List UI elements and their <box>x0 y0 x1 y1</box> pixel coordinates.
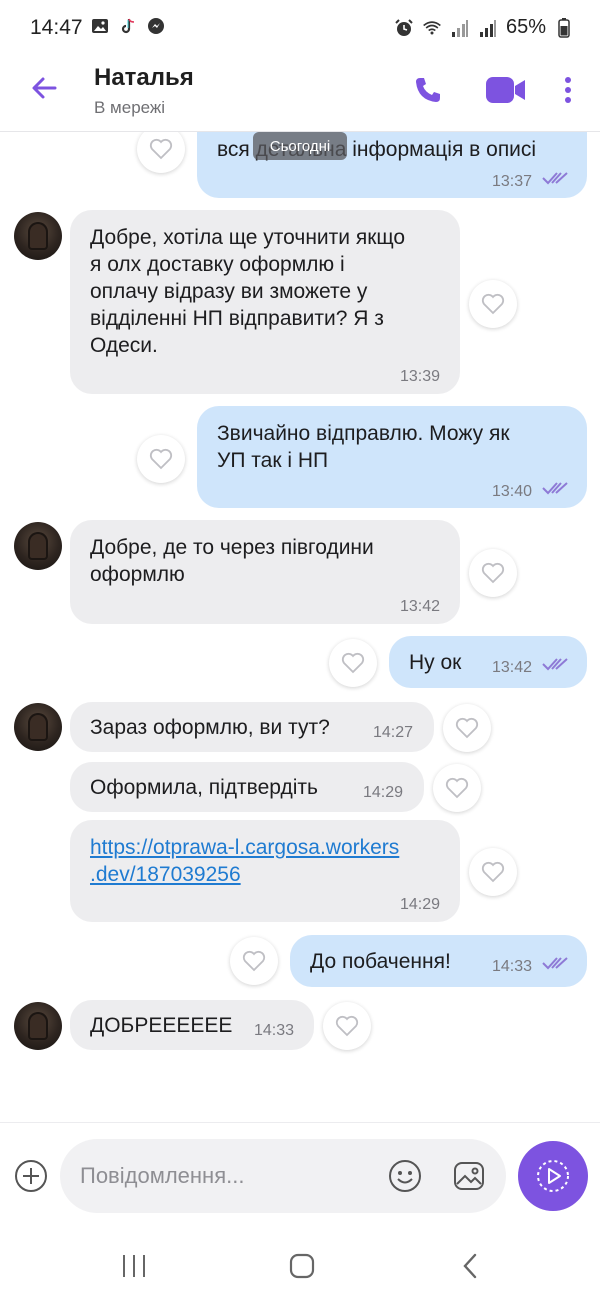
more-vertical-icon <box>565 77 571 103</box>
gallery-icon <box>90 16 110 36</box>
like-button[interactable] <box>329 639 377 687</box>
message-text: До побачення! <box>310 950 451 973</box>
message-bubble-outgoing[interactable]: Звичайно відправлю. Можу як УП так і НП … <box>197 406 587 508</box>
date-separator: Сьогодні <box>253 132 347 160</box>
call-button[interactable] <box>410 72 446 108</box>
like-button[interactable] <box>323 1002 371 1050</box>
battery-icon <box>554 17 574 38</box>
recent-apps-button[interactable] <box>114 1246 154 1286</box>
message-time: 13:42 <box>400 598 441 615</box>
message-time: 14:33 <box>254 1022 295 1039</box>
message-bubble-incoming[interactable]: https://otprawa-l.cargosa.workers .dev/1… <box>70 820 460 922</box>
signal-icon <box>450 18 470 38</box>
read-check-icon <box>542 482 568 495</box>
home-button[interactable] <box>282 1246 322 1286</box>
plus-icon <box>15 1160 47 1192</box>
avatar[interactable] <box>14 212 62 260</box>
message-bubble-incoming[interactable]: Добре, хотіла ще уточнити якщо я олх дос… <box>70 210 460 394</box>
gallery-icon <box>454 1162 484 1190</box>
message-time: 13:42 <box>492 659 533 676</box>
message-text: ДОБРЕЕЕЕЕЕ <box>90 1014 233 1037</box>
recent-apps-icon <box>123 1255 145 1277</box>
message-list[interactable]: вся детальна інформація в описі 13:37 Сь… <box>0 132 600 1122</box>
video-call-button[interactable] <box>482 72 530 108</box>
home-icon <box>289 1253 315 1279</box>
like-button[interactable] <box>469 280 517 328</box>
message-time: 14:33 <box>492 958 533 975</box>
like-button[interactable] <box>469 549 517 597</box>
message-text: Зараз оформлю, ви тут? <box>90 716 330 739</box>
message-input[interactable]: Повідомлення... <box>60 1139 506 1213</box>
message-composer: Повідомлення... <box>0 1122 600 1232</box>
system-navigation-bar <box>0 1232 600 1299</box>
like-button[interactable] <box>469 848 517 896</box>
more-options-button[interactable] <box>556 72 580 108</box>
message-text: Оформила, підтвердіть <box>90 776 318 799</box>
send-icon <box>537 1160 569 1192</box>
read-check-icon <box>542 957 568 970</box>
contact-status: В мережі <box>94 98 166 117</box>
message-time: 14:29 <box>363 784 404 801</box>
message-bubble-incoming[interactable]: ДОБРЕЕЕЕЕЕ 14:33 <box>70 1000 314 1050</box>
avatar[interactable] <box>14 522 62 570</box>
message-text: Звичайно відправлю. Можу як УП так і НП <box>217 422 510 472</box>
tiktok-icon <box>118 16 138 36</box>
heart-icon <box>335 1015 359 1037</box>
heart-icon <box>149 138 173 160</box>
heart-icon <box>481 861 505 883</box>
system-back-button[interactable] <box>450 1246 490 1286</box>
gallery-button[interactable] <box>450 1157 488 1195</box>
message-text: Ну ок <box>409 651 462 674</box>
battery-percent: 65% <box>505 16 546 38</box>
emoji-button[interactable] <box>386 1157 424 1195</box>
heart-icon <box>455 717 479 739</box>
message-link[interactable]: https://otprawa-l.cargosa.workers .dev/1… <box>90 834 399 888</box>
wifi-icon <box>422 18 442 38</box>
message-time: 13:40 <box>492 483 533 500</box>
heart-icon <box>341 652 365 674</box>
heart-icon <box>445 777 469 799</box>
read-check-icon <box>542 658 568 671</box>
send-button[interactable] <box>518 1141 588 1211</box>
like-button[interactable] <box>443 704 491 752</box>
messenger-icon <box>146 16 166 36</box>
like-button[interactable] <box>137 132 185 173</box>
message-text: Добре, хотіла ще уточнити якщо я олх дос… <box>90 226 406 357</box>
back-button[interactable] <box>28 72 60 104</box>
chat-header: Наталья В мережі <box>0 56 600 132</box>
signal-icon <box>478 18 498 38</box>
like-button[interactable] <box>137 435 185 483</box>
message-bubble-outgoing[interactable]: До побачення! 14:33 <box>290 935 587 987</box>
avatar[interactable] <box>14 703 62 751</box>
heart-icon <box>481 562 505 584</box>
attach-button[interactable] <box>14 1159 48 1193</box>
heart-icon <box>242 950 266 972</box>
status-bar: 14:47 65% <box>0 0 600 56</box>
message-bubble-incoming[interactable]: Добре, де то через півгодини оформлю 13:… <box>70 520 460 624</box>
phone-icon <box>416 78 440 102</box>
heart-icon <box>149 448 173 470</box>
back-icon <box>463 1253 477 1279</box>
contact-name[interactable]: Наталья <box>94 64 194 92</box>
message-bubble-incoming[interactable]: Зараз оформлю, ви тут? 14:27 <box>70 702 434 752</box>
message-input-placeholder: Повідомлення... <box>80 1163 245 1188</box>
heart-icon <box>481 293 505 315</box>
avatar[interactable] <box>14 1002 62 1050</box>
message-time: 13:37 <box>492 173 533 190</box>
alarm-icon <box>394 18 414 38</box>
message-bubble-outgoing[interactable]: Ну ок 13:42 <box>389 636 587 688</box>
read-check-icon <box>542 172 568 185</box>
message-time: 14:27 <box>373 724 414 741</box>
message-time: 13:39 <box>400 368 441 385</box>
like-button[interactable] <box>433 764 481 812</box>
status-time: 14:47 <box>30 16 83 39</box>
message-text: Добре, де то через півгодини оформлю <box>90 536 374 586</box>
emoji-icon <box>389 1160 421 1192</box>
arrow-left-icon <box>32 77 57 99</box>
message-bubble-incoming[interactable]: Оформила, підтвердіть 14:29 <box>70 762 424 812</box>
like-button[interactable] <box>230 937 278 985</box>
video-camera-icon <box>486 77 525 103</box>
message-time: 14:29 <box>400 896 441 913</box>
